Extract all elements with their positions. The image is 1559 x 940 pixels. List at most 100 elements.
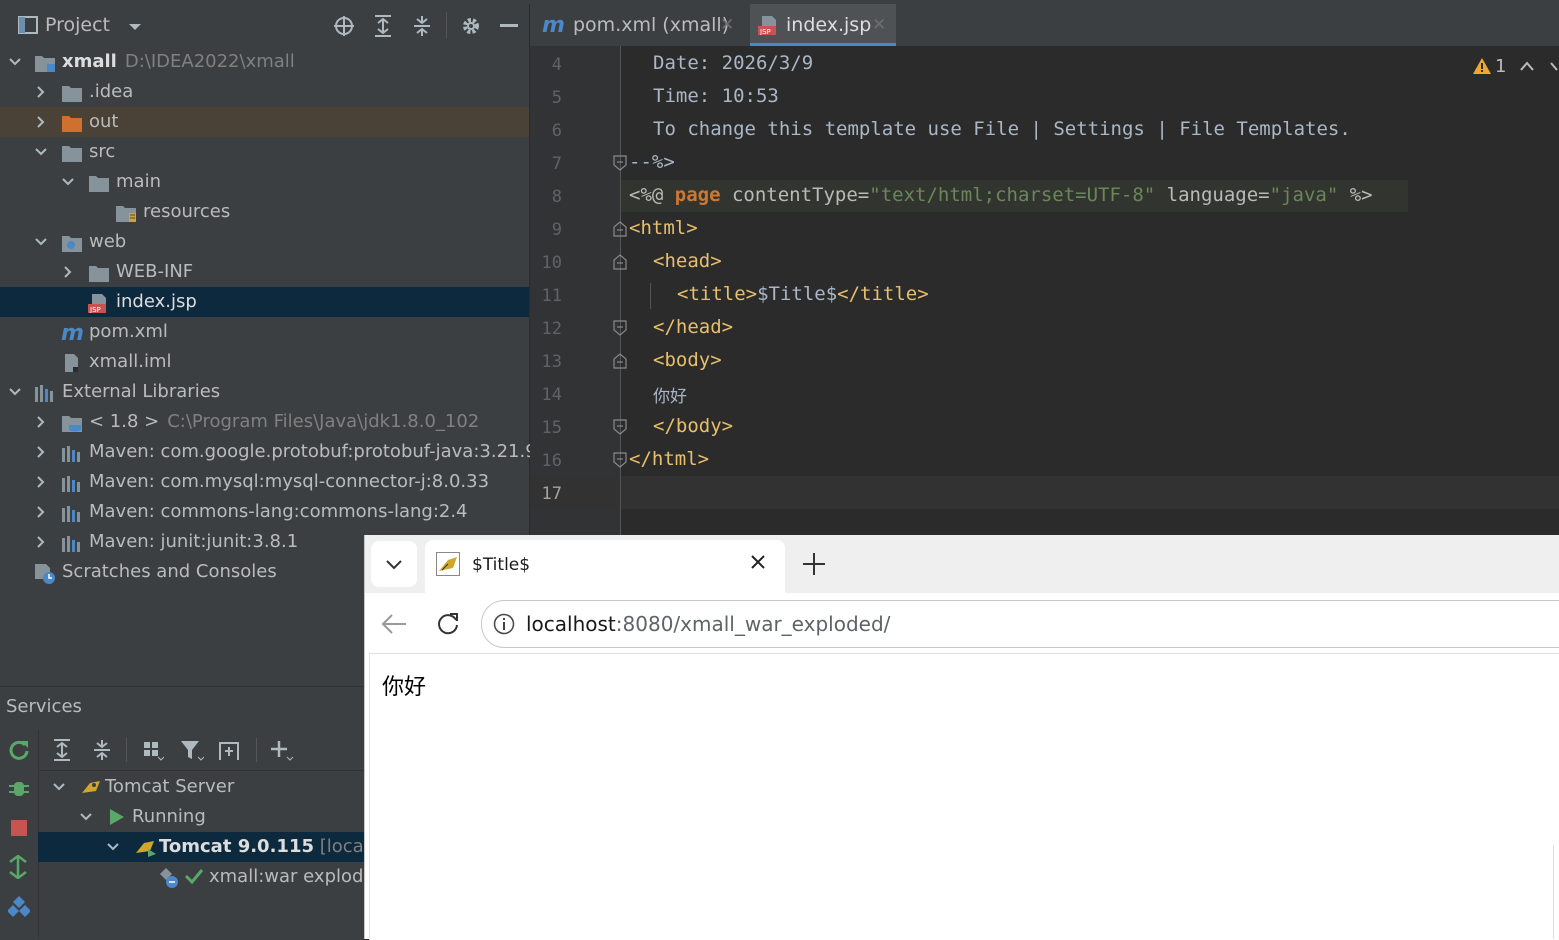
fold-marker-icon[interactable] — [613, 419, 627, 435]
tree-item-maven-lib[interactable]: Maven: com.mysql:mysql-connector-j:8.0.3… — [0, 467, 529, 497]
code-token: %> — [1338, 184, 1373, 206]
service-running-group[interactable]: Running — [38, 802, 364, 832]
current-line — [620, 476, 1559, 509]
library-icon — [61, 443, 81, 462]
collapse-all-icon[interactable] — [412, 15, 432, 37]
reload-icon[interactable] — [436, 612, 460, 636]
tree-item-resources[interactable]: resources — [0, 197, 529, 227]
tree-item-label: External Libraries — [62, 381, 221, 402]
indent-guide — [650, 283, 651, 309]
excluded-folder-icon — [61, 113, 82, 132]
tree-item-src[interactable]: src — [0, 137, 529, 167]
tree-item-label: WEB-INF — [116, 261, 194, 282]
code-line: --%> — [629, 151, 675, 173]
scratches-icon — [34, 563, 55, 584]
address-bar[interactable]: localhost:8080/xmall_war_exploded/ — [481, 600, 1559, 648]
deploy-icon[interactable] — [8, 855, 30, 879]
tree-item-jdk[interactable]: < 1.8 > C:\Program Files\Java\jdk1.8.0_10… — [0, 407, 529, 437]
new-tab-icon[interactable] — [218, 739, 242, 761]
line-number: 8 — [551, 187, 562, 207]
code-token: $Title$ — [757, 283, 838, 305]
line-number: 14 — [541, 385, 562, 405]
folder-icon — [61, 143, 82, 162]
tab-index-jsp[interactable]: JSP index.jsp ✕ — [750, 4, 896, 46]
service-label: Tomcat Server — [105, 776, 235, 797]
close-icon[interactable]: ✕ — [720, 4, 734, 46]
locate-icon[interactable] — [333, 15, 355, 37]
info-icon[interactable] — [493, 613, 515, 635]
collapse-all-icon[interactable] — [92, 739, 112, 761]
stop-icon[interactable] — [10, 819, 28, 837]
new-tab-button[interactable] — [802, 552, 826, 576]
tree-item-index-jsp[interactable]: JSP index.jsp — [0, 287, 529, 317]
chevron-up-icon[interactable] — [1519, 60, 1535, 72]
tree-item-web[interactable]: web — [0, 227, 529, 257]
project-header: Project — [0, 4, 529, 46]
divider — [256, 738, 257, 762]
tree-item-main[interactable]: main — [0, 167, 529, 197]
code-token: contentType= — [720, 184, 870, 206]
check-icon — [184, 867, 204, 885]
tree-item-pom-xml[interactable]: m pom.xml — [0, 317, 529, 347]
url-path: :8080/xmall_war_exploded/ — [615, 612, 891, 636]
group-by-icon[interactable] — [142, 739, 164, 761]
tree-item-maven-lib[interactable]: Maven: com.google.protobuf:protobuf-java… — [0, 437, 537, 467]
tree-item-web-inf[interactable]: WEB-INF — [0, 257, 529, 287]
close-icon[interactable]: ✕ — [872, 4, 886, 46]
expand-all-icon[interactable] — [52, 739, 72, 761]
scrollbar[interactable] — [1553, 845, 1559, 939]
tab-pom-xml[interactable]: m pom.xml (xmall) ✕ — [530, 4, 740, 46]
services-structure-icon[interactable] — [8, 895, 30, 917]
browser-tab[interactable]: $Title$ — [425, 540, 785, 593]
service-label: xmall:war explode — [209, 866, 375, 887]
chevron-down-icon[interactable] — [1549, 60, 1559, 72]
expand-all-icon[interactable] — [373, 15, 393, 37]
service-tomcat-instance[interactable]: Tomcat 9.0.115 [local] — [38, 832, 376, 862]
tree-item-out[interactable]: out — [0, 107, 529, 137]
tree-item-label: web — [89, 231, 127, 252]
service-tomcat-server[interactable]: Tomcat Server — [38, 772, 364, 802]
gear-icon[interactable] — [460, 15, 482, 37]
tree-item-label: Maven: commons-lang:commons-lang:2.4 — [89, 501, 468, 522]
code-line: 你好 — [653, 387, 687, 407]
add-service-icon[interactable] — [270, 739, 294, 761]
filter-icon[interactable] — [180, 739, 204, 761]
divider — [126, 738, 127, 762]
fold-marker-icon[interactable] — [613, 452, 627, 468]
resources-folder-icon — [115, 203, 136, 222]
project-view-icon[interactable] — [18, 16, 38, 34]
back-icon[interactable] — [381, 613, 407, 635]
tree-item-external-libraries[interactable]: External Libraries — [0, 377, 529, 407]
library-icon — [61, 503, 81, 522]
rerun-icon[interactable] — [8, 739, 30, 761]
code-token: "text/html;charset=UTF-8" — [869, 184, 1156, 206]
artifact-icon — [158, 867, 182, 889]
tree-item-xmall-iml[interactable]: xmall.iml — [0, 347, 529, 377]
fold-marker-icon[interactable] — [613, 320, 627, 336]
fold-marker-icon[interactable] — [613, 221, 627, 237]
tree-item-idea[interactable]: .idea — [0, 77, 529, 107]
close-icon[interactable] — [750, 554, 766, 570]
tree-item-label: main — [116, 171, 161, 192]
line-number: 15 — [541, 418, 562, 438]
fold-marker-icon[interactable] — [613, 353, 627, 369]
chevron-down-icon[interactable] — [128, 22, 142, 32]
code-line: </head> — [653, 316, 734, 338]
code-line: <html> — [629, 217, 698, 239]
tab-list-button[interactable] — [371, 541, 417, 587]
tree-item-xmall[interactable]: xmall D:\IDEA2022\xmall — [0, 47, 529, 77]
project-title[interactable]: Project — [45, 14, 110, 36]
tree-item-maven-lib[interactable]: Maven: commons-lang:commons-lang:2.4 — [0, 497, 529, 527]
code-line: </html> — [629, 448, 710, 470]
editor-tab-bar: m pom.xml (xmall) ✕ JSP index.jsp ✕ — [530, 4, 1559, 47]
fold-marker-icon[interactable] — [613, 254, 627, 270]
code-token: <%@ — [629, 184, 675, 206]
svg-text:JSP: JSP — [89, 306, 101, 313]
warning-count[interactable]: 1 — [1495, 56, 1506, 77]
debug-icon[interactable] — [8, 778, 30, 800]
fold-marker-icon[interactable] — [613, 155, 627, 171]
line-number: 17 — [541, 484, 562, 504]
minimize-icon[interactable] — [500, 24, 518, 28]
warning-icon[interactable] — [1472, 57, 1492, 75]
service-artifact[interactable]: xmall:war explode — [38, 862, 375, 892]
